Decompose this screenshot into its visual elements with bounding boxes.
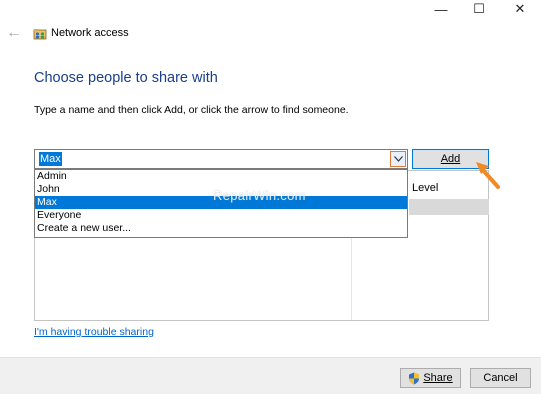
pointer-arrow-icon — [476, 162, 500, 189]
close-icon: ✕ — [514, 1, 526, 16]
dropdown-option-everyone[interactable]: Everyone — [35, 209, 407, 222]
uac-shield-icon — [409, 372, 420, 384]
dropdown-option-admin[interactable]: Admin — [35, 170, 407, 183]
name-input[interactable]: Max — [39, 152, 62, 166]
add-button-label: Add — [440, 153, 461, 165]
share-button-label: Share — [423, 372, 453, 384]
network-share-icon — [33, 29, 47, 40]
minimize-icon: — — [434, 1, 448, 17]
minimize-button[interactable]: — — [426, 0, 456, 18]
cancel-button-label: Cancel — [483, 372, 518, 384]
watermark: RepairWin.com — [213, 188, 306, 203]
back-arrow-icon: ← — [6, 24, 22, 41]
maximize-icon: ☐ — [473, 1, 485, 16]
user-dropdown-list[interactable]: Admin John Max Everyone Create a new use… — [34, 169, 408, 238]
close-button[interactable]: ✕ — [505, 0, 535, 18]
back-button[interactable]: ← — [5, 24, 23, 42]
window-title: Network access — [51, 27, 129, 39]
page-heading: Choose people to share with — [34, 70, 218, 86]
share-button[interactable]: Share — [400, 368, 461, 388]
maximize-button[interactable]: ☐ — [464, 0, 494, 18]
cancel-button[interactable]: Cancel — [470, 368, 531, 388]
name-combobox[interactable]: Max — [34, 149, 408, 169]
dialog-footer: Share Cancel — [0, 357, 541, 394]
instruction-text: Type a name and then click Add, or click… — [34, 104, 349, 116]
trouble-sharing-link[interactable]: I'm having trouble sharing — [34, 326, 154, 338]
dropdown-arrow-button[interactable] — [390, 151, 406, 167]
title-bar: — ☐ ✕ — [0, 0, 541, 20]
permission-level-header[interactable]: Level — [412, 182, 438, 194]
list-row-highlight[interactable] — [409, 199, 489, 215]
chevron-down-icon — [393, 156, 403, 162]
dropdown-option-create-user[interactable]: Create a new user... — [35, 222, 407, 235]
